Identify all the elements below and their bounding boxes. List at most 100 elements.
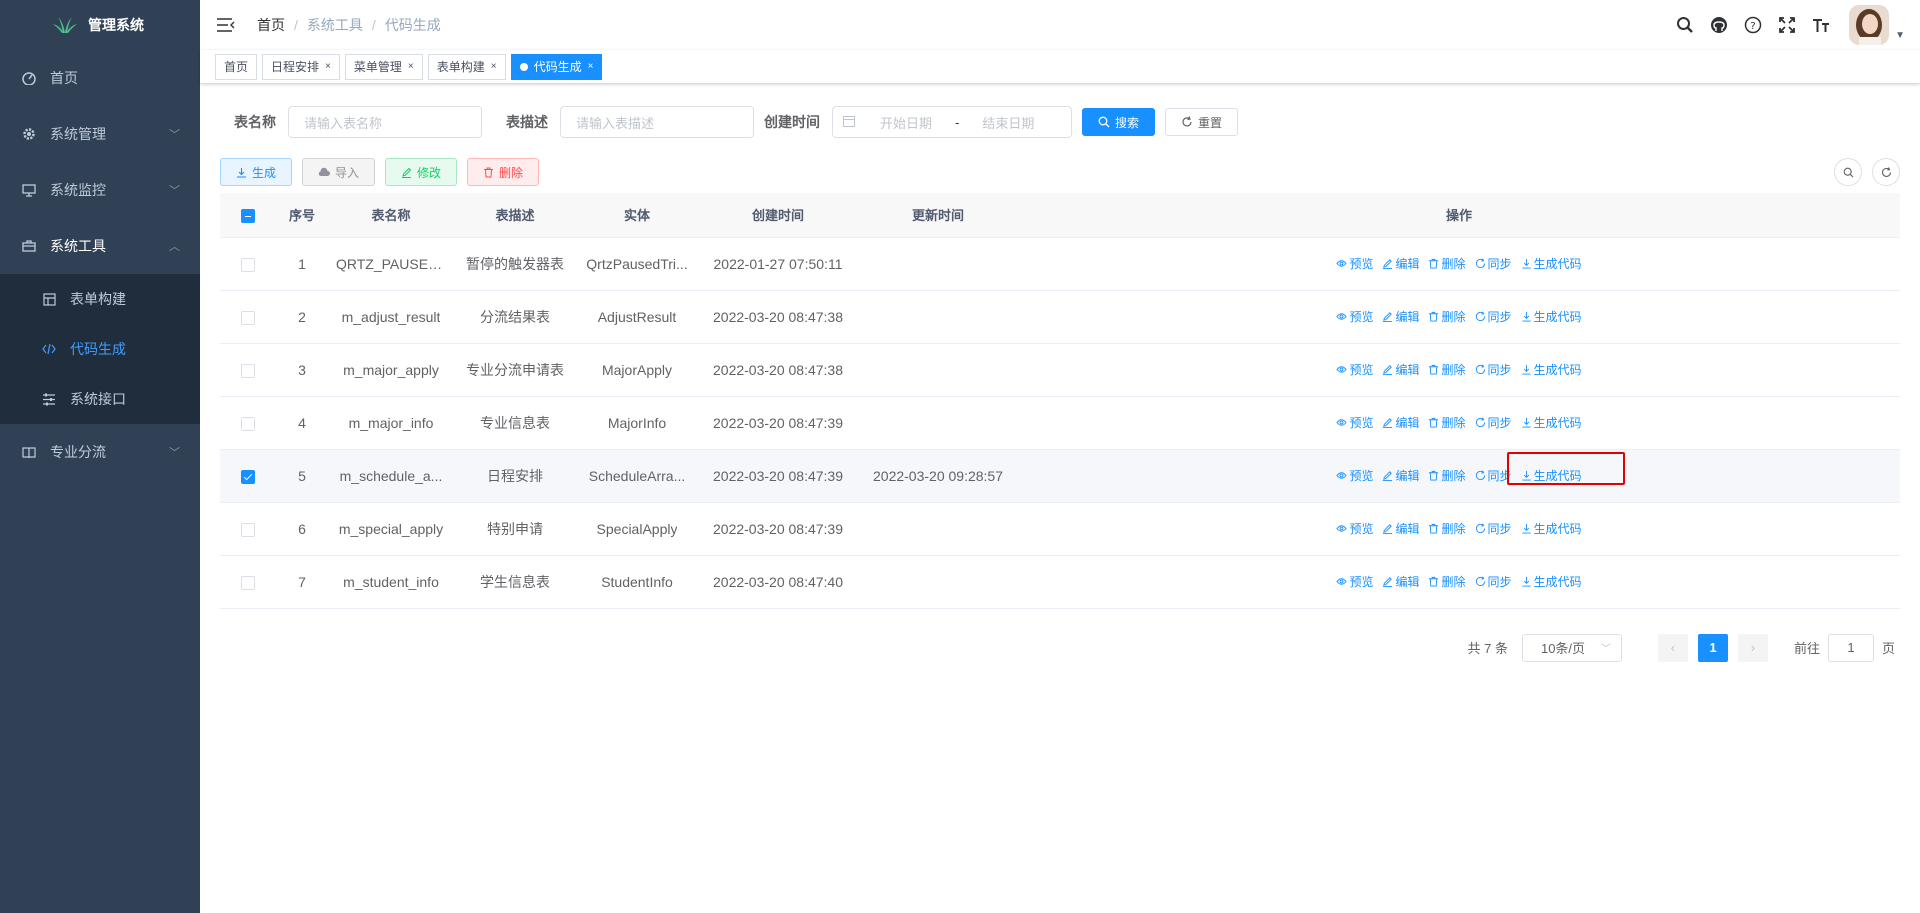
table-row[interactable]: 5 m_schedule_a... 日程安排 ScheduleArra... 2… [220, 449, 1900, 503]
table-row[interactable]: 4 m_major_info 专业信息表 MajorInfo 2022-03-2… [220, 396, 1900, 450]
breadcrumb-home[interactable]: 首页 [257, 15, 285, 35]
import-button[interactable]: 导入 [302, 158, 376, 186]
tag-menu-admin[interactable]: 菜单管理 × [344, 53, 423, 80]
reset-button[interactable]: 重置 [1165, 108, 1239, 136]
tag-label: 表单构建 [436, 59, 485, 74]
preview-button[interactable]: 预览 [1336, 308, 1373, 325]
delete-row-button[interactable]: 删除 [1428, 467, 1466, 484]
preview-button[interactable]: 预览 [1336, 573, 1373, 590]
edit-row-button[interactable]: 编辑 [1382, 255, 1419, 272]
sync-button[interactable]: 同步 [1475, 308, 1512, 325]
generate-code-button[interactable]: 生成代码 [1521, 308, 1582, 325]
next-page-button[interactable]: › [1737, 633, 1768, 662]
edit-row-button[interactable]: 编辑 [1382, 573, 1419, 590]
row-checkbox[interactable] [241, 469, 255, 484]
sidebar-item-home[interactable]: 首页 [0, 50, 200, 106]
sync-button[interactable]: 同步 [1475, 467, 1512, 484]
toggle-search-button[interactable] [1834, 158, 1862, 186]
end-date-placeholder[interactable]: 结束日期 [971, 113, 1045, 132]
table-row[interactable]: 2 m_adjust_result 分流结果表 AdjustResult 202… [220, 290, 1900, 344]
table-desc-input[interactable]: 请输入表描述 [560, 106, 754, 138]
delete-row-button[interactable]: 删除 [1428, 414, 1466, 431]
table-row[interactable]: 1 QRTZ_PAUSED... 暂停的触发器表 QrtzPausedTri..… [220, 237, 1900, 291]
row-checkbox[interactable] [241, 416, 255, 431]
help-icon[interactable]: ? [1743, 15, 1763, 35]
page-size-select[interactable]: 10条/页 ﹀ [1521, 633, 1622, 662]
hamburger-icon[interactable] [217, 18, 235, 32]
row-checkbox[interactable] [241, 310, 255, 325]
tag-form-builder[interactable]: 表单构建 × [427, 53, 506, 80]
tag-code-gen[interactable]: 代码生成 × [510, 53, 603, 80]
preview-button[interactable]: 预览 [1336, 414, 1373, 431]
generate-code-button[interactable]: 生成代码 [1521, 255, 1582, 272]
row-checkbox[interactable] [241, 522, 255, 537]
table-name-input[interactable]: 请输入表名称 [288, 106, 482, 138]
preview-button[interactable]: 预览 [1336, 255, 1373, 272]
preview-button[interactable]: 预览 [1336, 467, 1373, 484]
delete-row-button[interactable]: 删除 [1428, 255, 1466, 272]
search-button[interactable]: 搜索 [1082, 108, 1156, 136]
logo[interactable]: 管理系统 [0, 0, 200, 50]
goto-page-input[interactable]: 1 [1827, 633, 1874, 662]
edit-row-button[interactable]: 编辑 [1382, 361, 1419, 378]
table-row[interactable]: 3 m_major_apply 专业分流申请表 MajorApply 2022-… [220, 343, 1900, 397]
sync-button[interactable]: 同步 [1475, 520, 1512, 537]
edit-row-button[interactable]: 编辑 [1382, 414, 1419, 431]
generate-code-button[interactable]: 生成代码 [1521, 573, 1582, 590]
delete-row-button[interactable]: 删除 [1428, 361, 1466, 378]
table-desc-label: 表描述 [506, 114, 548, 130]
sidebar-item-system-monitor[interactable]: 系统监控 ﹀ [0, 162, 200, 218]
avatar[interactable] [1849, 5, 1890, 45]
generate-button[interactable]: 生成 [220, 158, 293, 186]
delete-row-button[interactable]: 删除 [1428, 520, 1466, 537]
refresh-icon [1475, 417, 1486, 428]
sync-button[interactable]: 同步 [1475, 361, 1512, 378]
sync-button[interactable]: 同步 [1475, 414, 1512, 431]
sidebar-item-system-admin[interactable]: 系统管理 ﹀ [0, 106, 200, 162]
sliders-icon [40, 393, 58, 406]
delete-button[interactable]: 删除 [467, 158, 540, 186]
close-icon[interactable]: × [588, 55, 594, 79]
edit-row-button[interactable]: 编辑 [1382, 520, 1419, 537]
row-checkbox[interactable] [241, 363, 255, 378]
sidebar-item-major-split[interactable]: 专业分流 ﹀ [0, 424, 200, 480]
start-date-placeholder[interactable]: 开始日期 [869, 113, 943, 132]
close-icon[interactable]: × [491, 55, 497, 79]
tag-home[interactable]: 首页 [215, 53, 258, 80]
preview-button[interactable]: 预览 [1336, 520, 1373, 537]
generate-code-button[interactable]: 生成代码 [1521, 414, 1582, 431]
tag-schedule[interactable]: 日程安排 × [262, 53, 340, 80]
generate-code-button[interactable]: 生成代码 [1521, 520, 1582, 537]
select-all-checkbox[interactable] [241, 208, 255, 223]
close-icon[interactable]: × [325, 55, 331, 79]
table-row[interactable]: 7 m_student_info 学生信息表 StudentInfo 2022-… [220, 555, 1900, 609]
github-icon[interactable] [1709, 15, 1729, 35]
edit-row-button[interactable]: 编辑 [1382, 308, 1419, 325]
date-range-picker[interactable]: 开始日期 - 结束日期 [832, 106, 1072, 138]
search-icon[interactable] [1675, 15, 1695, 35]
sidebar-item-code-gen[interactable]: 代码生成 [0, 324, 200, 374]
row-checkbox[interactable] [241, 257, 255, 272]
sidebar-item-system-tools[interactable]: 系统工具 ︿ [0, 218, 200, 274]
entity-value: MajorApply [601, 362, 673, 379]
font-size-icon[interactable] [1811, 15, 1831, 35]
sidebar-item-form-builder[interactable]: 表单构建 [0, 274, 200, 324]
delete-row-button[interactable]: 删除 [1428, 573, 1466, 590]
edit-row-button[interactable]: 编辑 [1382, 467, 1419, 484]
sidebar-item-system-api[interactable]: 系统接口 [0, 374, 200, 424]
delete-row-button[interactable]: 删除 [1428, 308, 1466, 325]
page-number-current[interactable]: 1 [1697, 633, 1728, 662]
table-row[interactable]: 6 m_special_apply 特别申请 SpecialApply 2022… [220, 502, 1900, 556]
prev-page-button[interactable]: ‹ [1657, 633, 1688, 662]
caret-down-icon[interactable]: ▼ [1895, 30, 1905, 41]
sync-button[interactable]: 同步 [1475, 255, 1512, 272]
generate-code-button[interactable]: 生成代码 [1506, 452, 1625, 485]
preview-button[interactable]: 预览 [1336, 361, 1373, 378]
refresh-table-button[interactable] [1872, 158, 1900, 186]
generate-code-button[interactable]: 生成代码 [1521, 361, 1582, 378]
sync-button[interactable]: 同步 [1475, 573, 1512, 590]
close-icon[interactable]: × [408, 55, 414, 79]
row-checkbox[interactable] [241, 575, 255, 590]
edit-button[interactable]: 修改 [385, 158, 458, 186]
fullscreen-icon[interactable] [1777, 15, 1797, 35]
